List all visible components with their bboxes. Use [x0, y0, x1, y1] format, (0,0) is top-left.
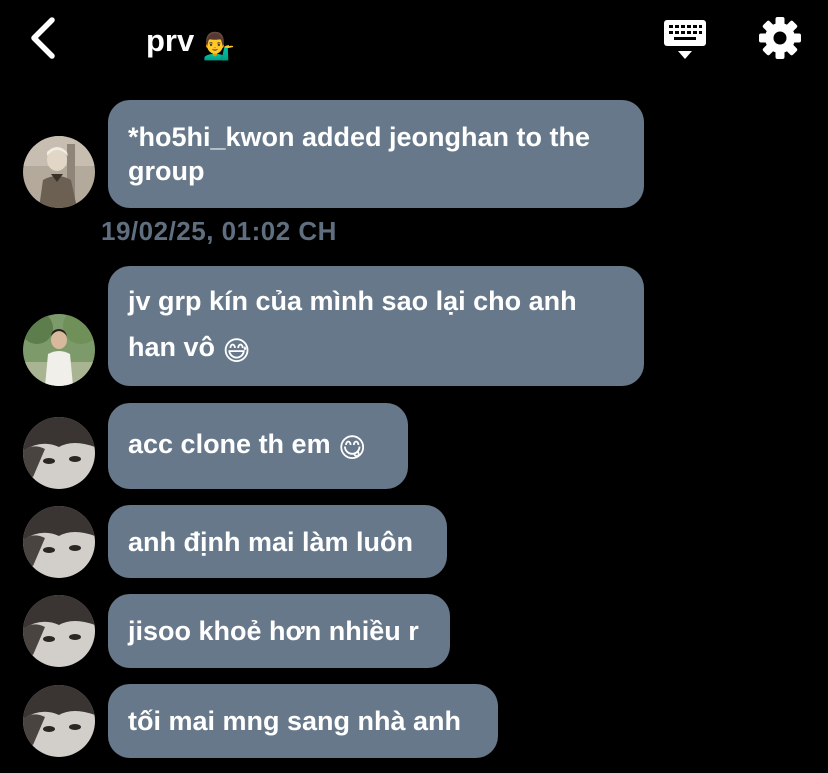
gear-icon	[759, 17, 801, 59]
avatar[interactable]	[23, 506, 95, 578]
message-bubble[interactable]: anh định mai làm luôn	[108, 505, 447, 578]
avatar[interactable]	[23, 417, 95, 489]
chevron-left-icon	[31, 17, 55, 59]
yum-emoji-icon: 😋	[338, 433, 367, 463]
message-bubble[interactable]: jisoo khoẻ hơn nhiều r	[108, 594, 450, 668]
avatar[interactable]	[23, 595, 95, 667]
message-bubble[interactable]: tối mai mng sang nhà anh	[108, 684, 498, 758]
avatar[interactable]	[23, 136, 95, 208]
avatar-photo	[23, 595, 95, 667]
message-text: tối mai mng sang nhà anh	[128, 706, 462, 736]
chat-title[interactable]: prv 💁‍♂️	[146, 22, 235, 65]
message-text-wrap: jv grp kín của mình sao lại cho anh han …	[128, 278, 624, 374]
message-text: jv grp kín của mình sao lại cho anh han …	[128, 286, 577, 362]
avatar-photo	[23, 506, 95, 578]
message-bubble[interactable]: jv grp kín của mình sao lại cho anh han …	[108, 266, 644, 386]
message-row: acc clone th em 😋	[0, 403, 828, 489]
avatar[interactable]	[23, 314, 95, 386]
message-text-wrap: acc clone th em 😋	[128, 427, 366, 465]
back-button[interactable]	[22, 14, 68, 64]
keyboard-icon	[664, 20, 706, 59]
person-tipping-hand-icon: 💁‍♂️	[202, 31, 236, 61]
message-row: *ho5hi_kwon added jeonghan to the group	[0, 100, 828, 208]
message-bubble[interactable]: acc clone th em 😋	[108, 403, 408, 489]
avatar-photo	[23, 417, 95, 489]
message-row: anh định mai làm luôn	[0, 505, 828, 578]
message-text: anh định mai làm luôn	[128, 526, 414, 557]
chat-title-text: prv	[146, 23, 195, 58]
avatar-photo	[23, 314, 95, 386]
message-row: jv grp kín của mình sao lại cho anh han …	[0, 266, 828, 386]
settings-button[interactable]	[756, 14, 804, 62]
message-text: *ho5hi_kwon added jeonghan to the group	[128, 122, 591, 186]
message-text: jisoo khoẻ hơn nhiều r	[128, 616, 419, 646]
message-timestamp: 19/02/25, 01:02 CH	[101, 216, 337, 246]
chat-header: prv 💁‍♂️	[0, 0, 828, 82]
avatar-photo	[23, 685, 95, 757]
keyboard-toggle-button[interactable]	[660, 16, 710, 64]
message-row: tối mai mng sang nhà anh	[0, 684, 828, 758]
sweat-smile-emoji-icon: 😅	[222, 336, 251, 366]
avatar[interactable]	[23, 685, 95, 757]
message-row: jisoo khoẻ hơn nhiều r	[0, 594, 828, 668]
avatar-photo	[23, 136, 95, 208]
message-bubble[interactable]: *ho5hi_kwon added jeonghan to the group	[108, 100, 644, 208]
message-text: acc clone th em	[128, 429, 331, 459]
